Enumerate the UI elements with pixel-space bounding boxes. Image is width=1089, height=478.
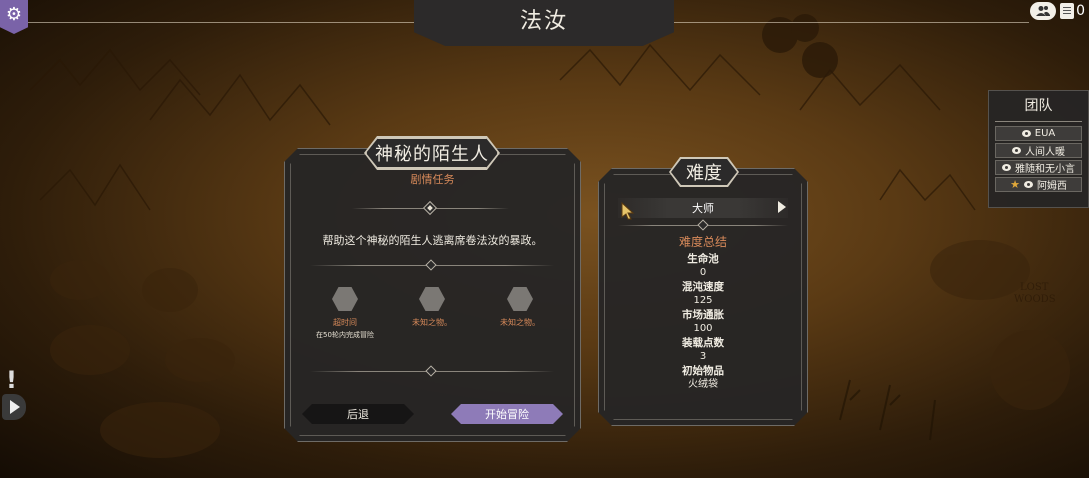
svg-text:LOST: LOST [1020,282,1049,293]
stat-name: 生命池 [687,253,719,265]
eye-icon [1021,130,1031,137]
objective-1: 超时间 在50轮内完成冒险 [300,287,390,340]
difficulty-summary-title: 难度总结 [678,235,727,249]
member-name: EUA [1034,128,1056,139]
member-name: 阿姆西 [1036,181,1067,192]
stat-value: 0 [699,267,707,278]
start-adventure-button[interactable]: 开始冒险 [451,404,563,424]
mail-button[interactable]: 0 [1060,3,1085,19]
objective-detail: 在50轮内完成冒险 [316,331,374,339]
hex-icon [419,287,445,311]
team-member[interactable]: 雅随和无小言 [995,160,1082,175]
stat-value: 125 [693,295,713,306]
cursor-icon [621,202,635,220]
difficulty-title: 难度 [671,159,737,185]
svg-text:WOODS: WOODS [1014,294,1056,305]
objective-2: 未知之物。 [387,287,477,328]
objective-3: 未知之物。 [475,287,565,328]
team-member[interactable]: ★ 阿姆西 [995,177,1082,192]
next-difficulty-arrow-icon[interactable] [778,201,786,213]
settings-button[interactable]: ⚙ [0,0,28,34]
expand-play-button[interactable] [2,394,26,420]
stat-value: 火绒袋 [688,379,718,390]
quest-title: 神秘的陌生人 [375,144,489,165]
notification-icon[interactable]: ! [6,366,17,394]
difficulty-stats: 生命池 0 混沌速度 125 市场通胀 100 装载点数 3 初始物品 火绒袋 [598,252,808,392]
stat-value: 3 [699,351,707,362]
stat-name: 装载点数 [682,337,724,349]
quest-title-banner: 神秘的陌生人 [366,138,498,168]
team-panel: 团队 EUA 人间人暖 雅随和无小言 ★ 阿姆西 [988,90,1089,208]
team-member[interactable]: 人间人暖 [995,143,1082,158]
friends-button[interactable] [1030,2,1057,20]
objective-label: 超时间 [333,318,357,327]
hex-icon [332,287,358,311]
member-name: 人间人暖 [1025,147,1065,158]
difficulty-selector[interactable]: 大师 [618,198,788,218]
stat-name: 混沌速度 [682,281,724,293]
gear-icon: ⚙ [5,3,23,25]
quest-type: 剧情任务 [410,173,455,186]
divider [995,121,1082,122]
location-title-banner: 法汝 [414,0,674,46]
mail-count: 0 [1076,3,1085,19]
member-name: 雅随和无小言 [1015,164,1075,175]
objective-label: 未知之物。 [412,318,452,327]
difficulty-value: 大师 [692,202,714,215]
eye-icon [1002,164,1011,171]
eye-icon [1023,181,1033,188]
stat-name: 初始物品 [682,365,724,377]
hex-icon [507,287,533,311]
leader-star-icon: ★ [1010,178,1020,191]
stat-value: 100 [693,323,713,334]
team-member[interactable]: EUA [995,126,1082,141]
back-button[interactable]: 后退 [302,404,414,424]
team-title: 团队 [1024,98,1053,114]
quest-description: 帮助这个神秘的陌生人逃离席卷法汝的暴政。 [322,234,543,247]
stat-name: 市场通胀 [682,309,724,321]
top-right-controls: 0 [1026,0,1089,22]
objective-label: 未知之物。 [500,318,540,327]
location-title: 法汝 [519,9,568,34]
mail-icon [1060,3,1075,19]
eye-icon [1012,147,1021,154]
friends-icon [1036,6,1051,16]
